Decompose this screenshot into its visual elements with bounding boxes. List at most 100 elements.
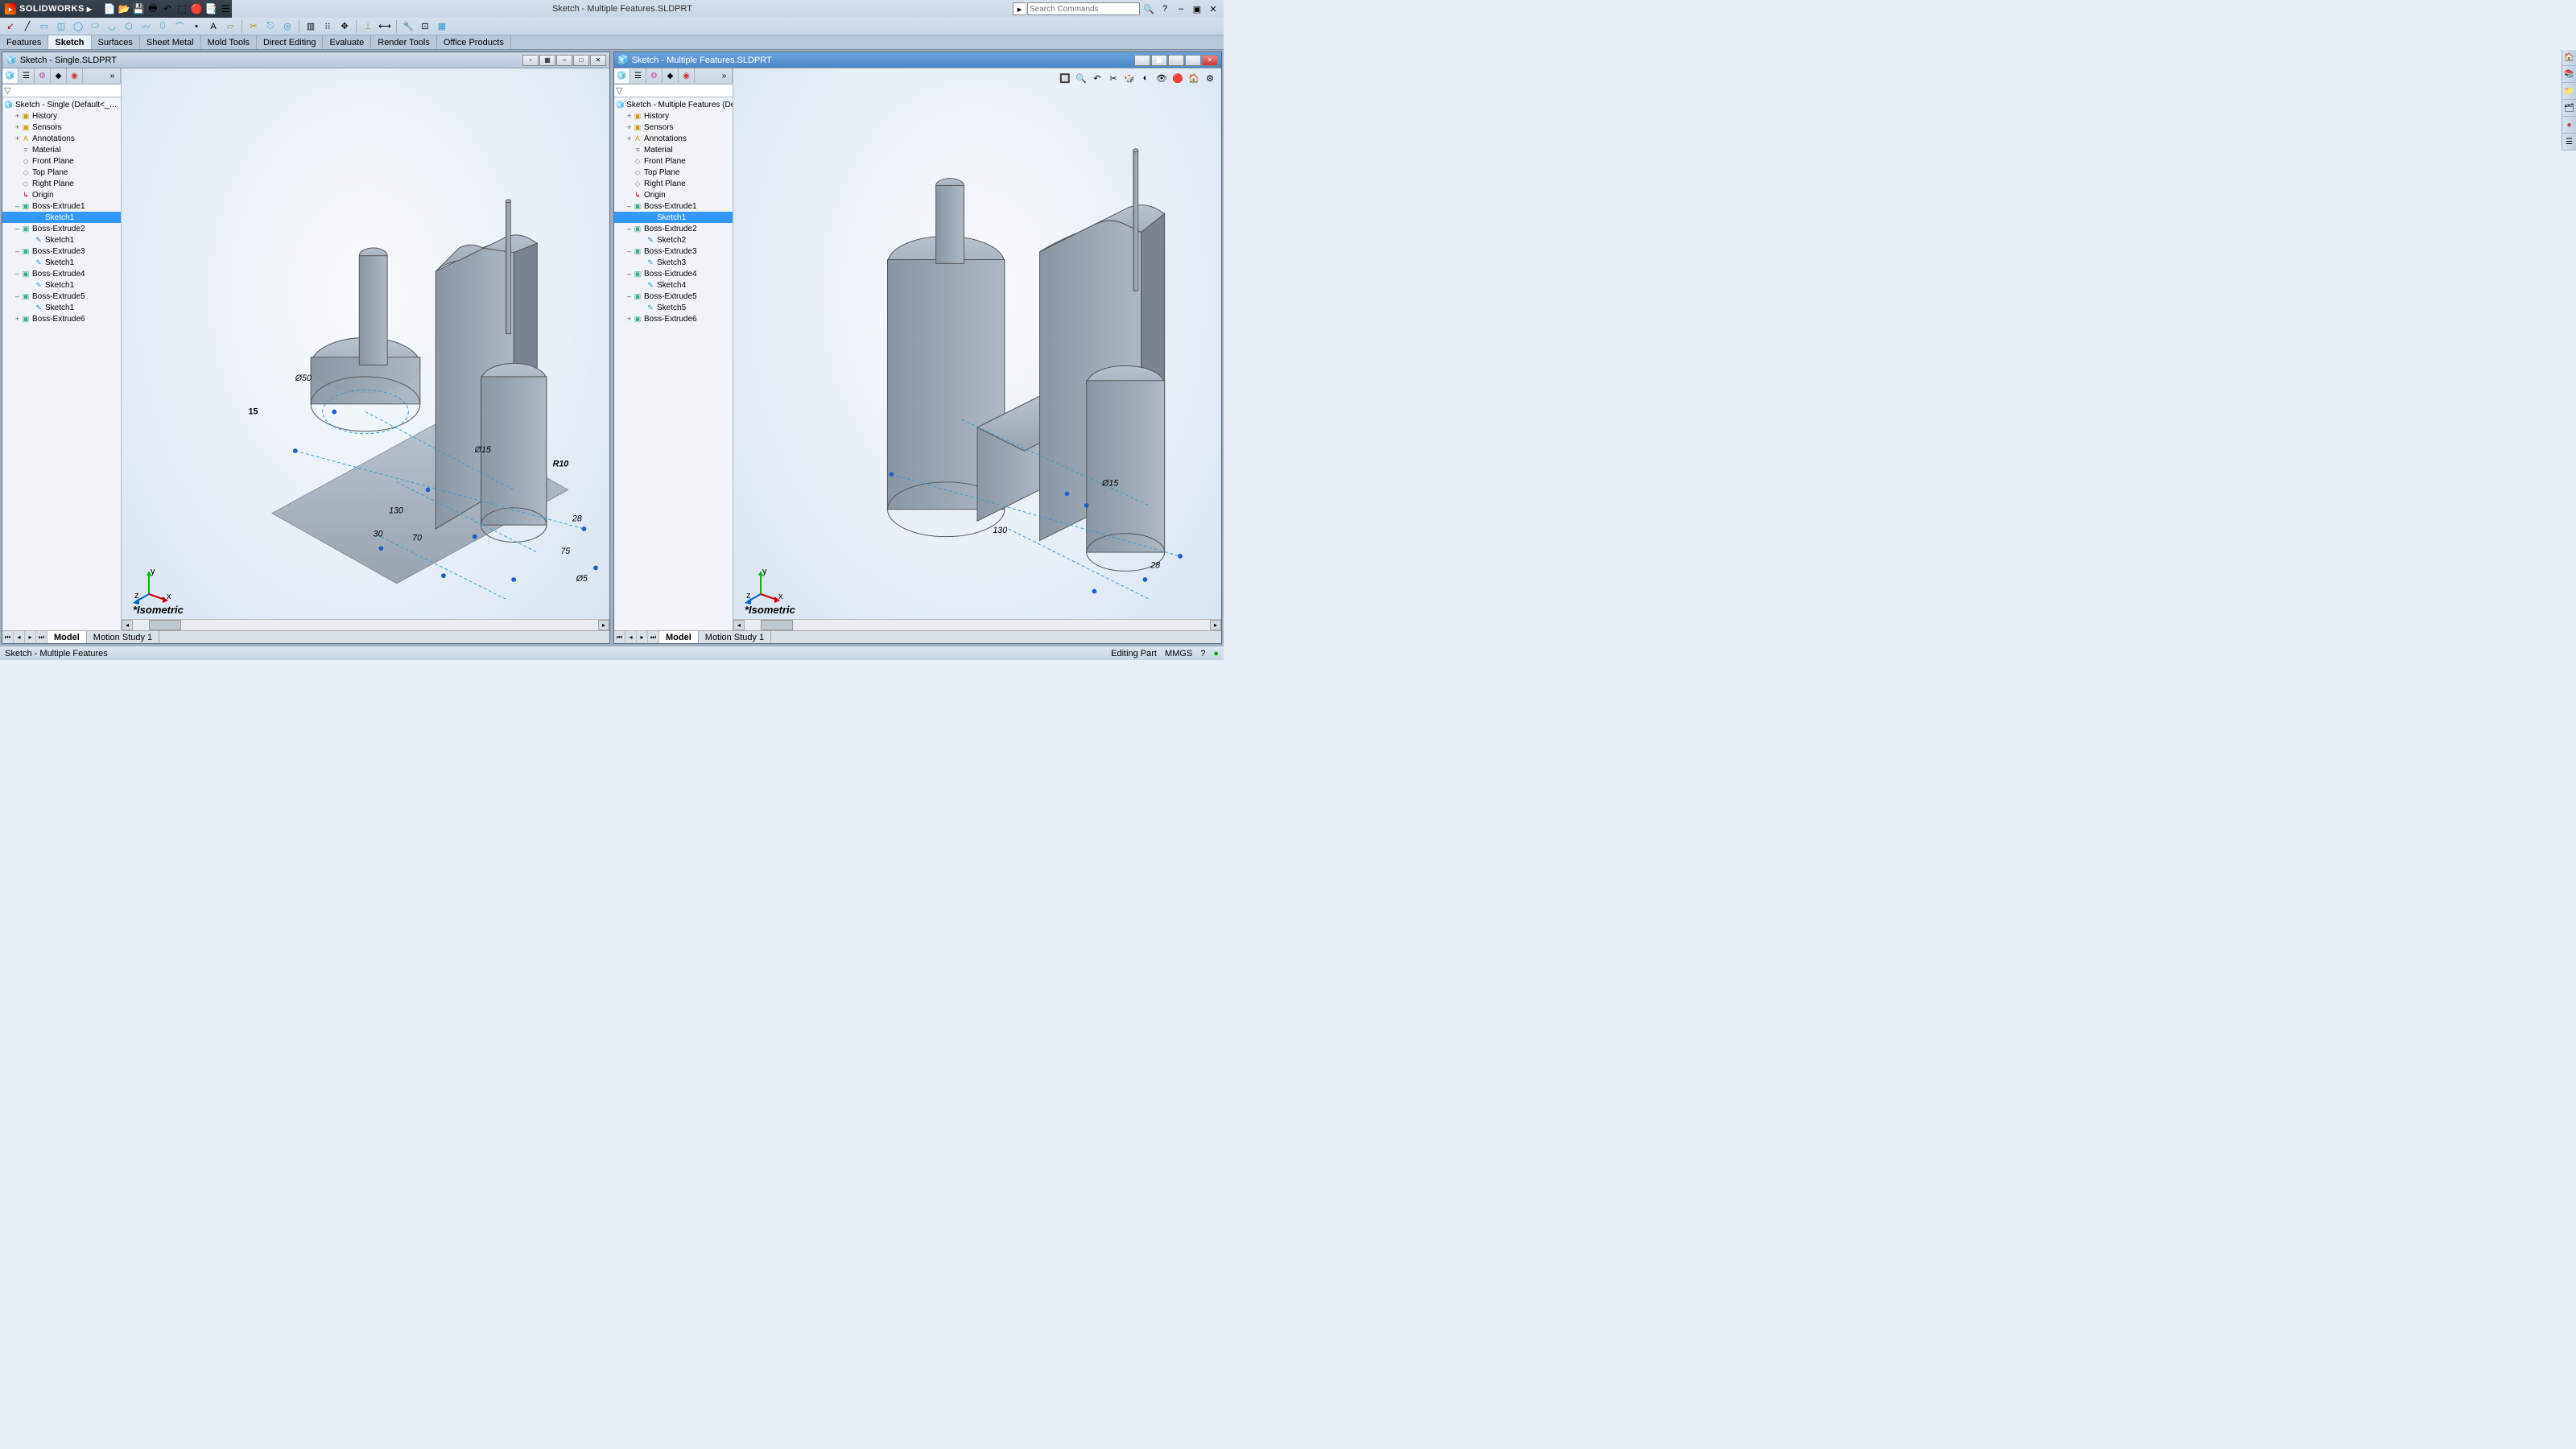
scroll-right-icon[interactable]: ▸ bbox=[1210, 620, 1221, 630]
tree-item[interactable]: ↳Origin bbox=[2, 189, 121, 200]
tree-item[interactable]: +▣Boss-Extrude6 bbox=[614, 313, 733, 324]
nav-prev-icon[interactable]: ◂ bbox=[14, 631, 25, 643]
tree-item[interactable]: ✎Sketch2 bbox=[614, 234, 733, 246]
status-units[interactable]: MMGS bbox=[1165, 649, 1192, 658]
bottom-tab-model[interactable]: Model bbox=[47, 631, 87, 643]
tree-item[interactable]: ✎Sketch1 bbox=[2, 302, 121, 313]
tree-item[interactable]: –▣Boss-Extrude4 bbox=[2, 268, 121, 279]
tree-tab-dimxpert-icon[interactable]: ◆ bbox=[663, 68, 679, 83]
model-view-right[interactable]: 130 28 Ø15 bbox=[733, 68, 1221, 630]
tree-tab-property-icon[interactable]: ☰ bbox=[19, 68, 35, 83]
nav-next-icon[interactable]: ▸ bbox=[25, 631, 36, 643]
new-doc-icon[interactable]: 📄 bbox=[103, 2, 116, 15]
tab-office-products[interactable]: Office Products bbox=[437, 35, 511, 49]
nav-first-icon[interactable]: ⏮ bbox=[2, 631, 14, 643]
tree-item[interactable]: –▣Boss-Extrude4 bbox=[614, 268, 733, 279]
print-icon[interactable]: 🖶 bbox=[147, 2, 159, 15]
tree-tab-display-icon[interactable]: ◉ bbox=[679, 68, 695, 83]
point-icon[interactable]: • bbox=[189, 19, 204, 34]
bottom-tab-motion[interactable]: Motion Study 1 bbox=[87, 631, 159, 643]
tree-item[interactable]: –▣Boss-Extrude1 bbox=[2, 200, 121, 212]
undo-icon[interactable]: ↶ bbox=[161, 2, 174, 15]
trim-icon[interactable]: ✂ bbox=[246, 19, 261, 34]
tree-item[interactable]: –▣Boss-Extrude3 bbox=[614, 246, 733, 257]
doc-maximize-icon[interactable]: □ bbox=[573, 55, 589, 66]
tab-sheet-metal[interactable]: Sheet Metal bbox=[140, 35, 201, 49]
tree-item[interactable]: –▣Boss-Extrude2 bbox=[2, 223, 121, 234]
rebuild-icon[interactable]: 🔴 bbox=[190, 2, 203, 15]
scroll-left-icon[interactable]: ◂ bbox=[122, 620, 133, 630]
tab-surfaces[interactable]: Surfaces bbox=[92, 35, 140, 49]
tree-item[interactable]: –▣Boss-Extrude3 bbox=[2, 246, 121, 257]
spline-icon[interactable]: 〰 bbox=[138, 19, 153, 34]
tree-item[interactable]: ≡Material bbox=[614, 144, 733, 155]
h-scrollbar-left[interactable]: ◂ ▸ bbox=[122, 619, 609, 630]
doc-minimize-icon[interactable]: – bbox=[1168, 55, 1184, 66]
mirror-icon[interactable]: ▥ bbox=[303, 19, 318, 34]
tree-item[interactable]: –▣Boss-Extrude5 bbox=[2, 291, 121, 302]
nav-prev-icon[interactable]: ◂ bbox=[625, 631, 637, 643]
model-view-left[interactable]: Ø50 15 130 30 70 28 75 Ø5 Ø15 R10 bbox=[122, 68, 609, 630]
scroll-left-icon[interactable]: ◂ bbox=[733, 620, 745, 630]
view-palette-tab-icon[interactable]: 🗂 bbox=[2562, 101, 2576, 117]
viewport-single-icon[interactable]: ▫ bbox=[1134, 55, 1150, 66]
view-triad-right[interactable]: yxz bbox=[745, 566, 785, 606]
rect-dd-icon[interactable]: ◫ bbox=[54, 19, 68, 34]
nav-last-icon[interactable]: ⏭ bbox=[36, 631, 47, 643]
search-input[interactable] bbox=[1027, 2, 1140, 15]
viewport-multi-icon[interactable]: ▦ bbox=[539, 55, 555, 66]
help-icon[interactable]: ? bbox=[1158, 2, 1172, 16]
rapid-sketch-icon[interactable]: ▦ bbox=[435, 19, 449, 34]
arc-icon[interactable]: ◡ bbox=[105, 19, 119, 34]
bottom-tab-motion[interactable]: Motion Study 1 bbox=[699, 631, 771, 643]
tab-direct-editing[interactable]: Direct Editing bbox=[257, 35, 323, 49]
tab-render-tools[interactable]: Render Tools bbox=[371, 35, 437, 49]
tree-tab-feature-icon[interactable]: 🧊 bbox=[614, 68, 630, 83]
slot-icon[interactable]: ⬭ bbox=[88, 19, 102, 34]
tree-item[interactable]: ✎Sketch1 bbox=[2, 234, 121, 246]
tree-item[interactable]: +▣Sensors bbox=[614, 122, 733, 133]
plane-icon[interactable]: ▱ bbox=[223, 19, 237, 34]
tree-tab-config-icon[interactable]: ⚙ bbox=[646, 68, 663, 83]
tree-item[interactable]: ◇Right Plane bbox=[614, 178, 733, 189]
tree-filter-left[interactable]: ▽ bbox=[2, 85, 121, 97]
offset-icon[interactable]: ◎ bbox=[280, 19, 295, 34]
tree-item[interactable]: ✎Sketch3 bbox=[614, 257, 733, 268]
tree-tab-feature-icon[interactable]: 🧊 bbox=[2, 68, 19, 83]
tree-expand-icon[interactable]: » bbox=[716, 68, 733, 83]
resources-tab-icon[interactable]: 🏠 bbox=[2562, 50, 2576, 66]
tree-filter-right[interactable]: ▽ bbox=[614, 85, 733, 97]
appearances-tab-icon[interactable]: ● bbox=[2562, 118, 2576, 134]
nav-next-icon[interactable]: ▸ bbox=[637, 631, 648, 643]
h-scrollbar-right[interactable]: ◂ ▸ bbox=[733, 619, 1221, 630]
tree-item[interactable]: –▣Boss-Extrude5 bbox=[614, 291, 733, 302]
tab-evaluate[interactable]: Evaluate bbox=[323, 35, 371, 49]
minimize-icon[interactable]: – bbox=[1174, 2, 1188, 16]
bottom-tab-model[interactable]: Model bbox=[659, 631, 699, 643]
tree-tab-display-icon[interactable]: ◉ bbox=[67, 68, 83, 83]
tree-item[interactable]: +▣Boss-Extrude6 bbox=[2, 313, 121, 324]
tree-tab-property-icon[interactable]: ☰ bbox=[630, 68, 646, 83]
doc-minimize-icon[interactable]: – bbox=[556, 55, 572, 66]
tree-expand-icon[interactable]: » bbox=[105, 68, 121, 83]
doc-maximize-icon[interactable]: □ bbox=[1185, 55, 1201, 66]
scroll-right-icon[interactable]: ▸ bbox=[598, 620, 609, 630]
chevron-right-icon[interactable]: ▶ bbox=[87, 6, 92, 13]
options-icon[interactable]: 📑 bbox=[204, 2, 217, 15]
custom-props-tab-icon[interactable]: ☰ bbox=[2562, 134, 2576, 151]
tab-sketch[interactable]: Sketch bbox=[48, 35, 91, 49]
viewport-multi-icon[interactable]: ▦ bbox=[1151, 55, 1167, 66]
convert-icon[interactable]: ⎋ bbox=[263, 19, 278, 34]
save-icon[interactable]: 💾 bbox=[132, 2, 145, 15]
design-library-tab-icon[interactable]: 📚 bbox=[2562, 67, 2576, 83]
status-help-icon[interactable]: ? bbox=[1200, 649, 1205, 658]
tree-tab-config-icon[interactable]: ⚙ bbox=[35, 68, 51, 83]
tree-item[interactable]: ✎Sketch1 bbox=[614, 212, 733, 223]
tree-item[interactable]: ✎Sketch5 bbox=[614, 302, 733, 313]
tree-item[interactable]: ◇Front Plane bbox=[614, 155, 733, 167]
rectangle-icon[interactable]: ▭ bbox=[37, 19, 52, 34]
quick-snap-icon[interactable]: ⊡ bbox=[418, 19, 432, 34]
tree-item[interactable]: ↳Origin bbox=[614, 189, 733, 200]
pattern-icon[interactable]: ⁝⁝ bbox=[320, 19, 335, 34]
polygon-icon[interactable]: ⬡ bbox=[122, 19, 136, 34]
